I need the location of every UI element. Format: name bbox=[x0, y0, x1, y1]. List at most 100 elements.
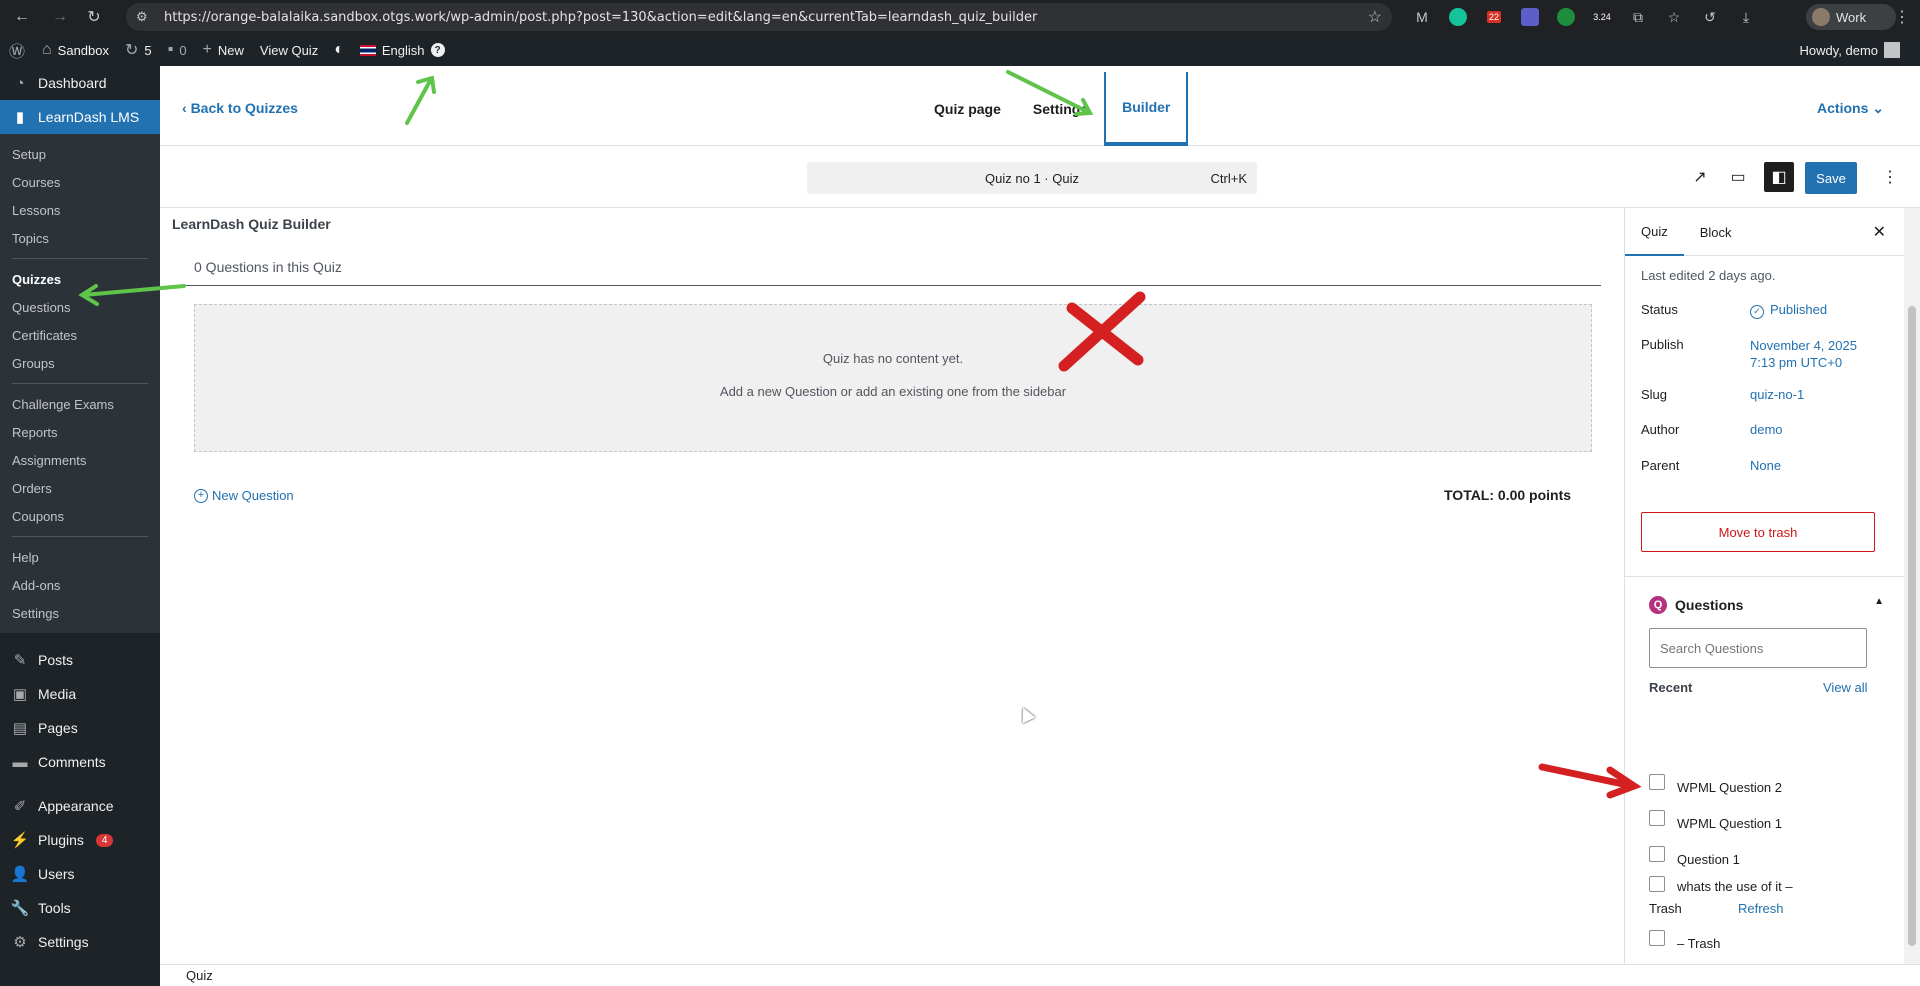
author-value[interactable]: demo bbox=[1750, 422, 1783, 437]
extension-calendar-icon[interactable]: 22 bbox=[1476, 0, 1512, 34]
wp-logo-icon[interactable]: Ⓦ bbox=[0, 34, 34, 66]
view-all-link[interactable]: View all bbox=[1823, 680, 1868, 695]
extension-counter-icon[interactable]: 3.24 bbox=[1584, 0, 1620, 34]
scrollbar-thumb[interactable] bbox=[1908, 306, 1916, 946]
submenu-item[interactable]: Groups bbox=[0, 349, 160, 377]
search-questions-input[interactable] bbox=[1649, 628, 1867, 668]
panel-scrollbar[interactable] bbox=[1904, 208, 1920, 964]
dashboard-icon: ◔ bbox=[15, 74, 25, 92]
question-list-item[interactable]: WPML Question 2 bbox=[1649, 774, 1849, 798]
extension-leaf-icon[interactable] bbox=[1548, 0, 1584, 34]
sidebar-item-dashboard[interactable]: ◔ Dashboard bbox=[0, 66, 160, 100]
caret-up-icon[interactable]: ▲ bbox=[1874, 596, 1884, 607]
submenu-item[interactable]: Setup bbox=[0, 140, 160, 168]
tab-quiz-page[interactable]: Quiz page bbox=[918, 72, 1017, 146]
site-info-icon[interactable]: ⚙ bbox=[136, 9, 156, 25]
tab-builder[interactable]: Builder bbox=[1104, 72, 1189, 146]
sidebar-item-plugins[interactable]: ⚡ Plugins 4 bbox=[0, 823, 160, 857]
learndash-header: ‹ Back to Quizzes Quiz page Settings Bui… bbox=[160, 66, 1920, 146]
submenu-item[interactable]: Orders bbox=[0, 474, 160, 502]
profile-chip[interactable]: Work bbox=[1806, 4, 1896, 30]
new-question-button[interactable]: + New Question bbox=[194, 488, 294, 503]
publish-date-link[interactable]: November 4, 2025 7:13 pm UTC+0 bbox=[1750, 337, 1857, 371]
parent-value[interactable]: None bbox=[1750, 458, 1781, 473]
submenu-item[interactable]: Add-ons bbox=[0, 571, 160, 599]
bookmarks-icon[interactable]: ☆ bbox=[1656, 0, 1692, 34]
actions-dropdown[interactable]: Actions ⌄ bbox=[1817, 100, 1884, 117]
close-icon[interactable]: ✕ bbox=[1873, 222, 1886, 242]
footer-breadcrumb[interactable]: Quiz bbox=[186, 968, 213, 983]
history-icon[interactable]: ↺ bbox=[1692, 0, 1728, 34]
move-to-trash-button[interactable]: Move to trash bbox=[1641, 512, 1875, 552]
submenu-item[interactable]: Assignments bbox=[0, 446, 160, 474]
browser-menu-icon[interactable]: ⋮ bbox=[1894, 0, 1910, 34]
tab-quiz[interactable]: Quiz bbox=[1625, 208, 1684, 256]
quick-search-icon[interactable]: ◐ bbox=[326, 34, 352, 66]
updates-link[interactable]: ↻ 5 bbox=[117, 34, 160, 66]
question-list-item[interactable]: Question 1 bbox=[1649, 846, 1849, 870]
sidebar-item-learndash[interactable]: ▮ LearnDash LMS bbox=[0, 100, 160, 134]
new-content-link[interactable]: + New bbox=[195, 34, 252, 66]
forward-arrow-icon[interactable]: → bbox=[44, 0, 76, 34]
sidebar-item-posts[interactable]: ✎ Posts bbox=[0, 643, 160, 677]
command-palette-bar[interactable]: Quiz no 1 · Quiz Ctrl+K bbox=[807, 162, 1257, 194]
recent-label: Recent bbox=[1649, 680, 1693, 695]
settings-panel: Quiz Block ✕ Last edited 2 days ago. Sta… bbox=[1624, 208, 1905, 964]
settings-sidebar-icon[interactable]: ◧ bbox=[1764, 162, 1794, 192]
downloads-icon[interactable]: ⤓ bbox=[1728, 0, 1764, 34]
submenu-item[interactable]: Lessons bbox=[0, 196, 160, 224]
sidebar-item-users[interactable]: 👤 Users bbox=[0, 857, 160, 891]
extension-puzzle-icon[interactable] bbox=[1512, 0, 1548, 34]
bookmark-star-icon[interactable]: ☆ bbox=[1368, 7, 1382, 27]
extension-m-icon[interactable]: M bbox=[1404, 0, 1440, 34]
slug-value[interactable]: quiz-no-1 bbox=[1750, 387, 1804, 402]
questions-panel-header[interactable]: Q Questions bbox=[1649, 596, 1743, 614]
submenu-item[interactable]: Coupons bbox=[0, 502, 160, 530]
refresh-link[interactable]: Refresh bbox=[1738, 901, 1784, 916]
back-to-quizzes-link[interactable]: ‹ Back to Quizzes bbox=[182, 100, 298, 116]
question-checkbox[interactable] bbox=[1649, 810, 1665, 826]
view-post-icon[interactable]: ↗ bbox=[1685, 162, 1715, 192]
preview-device-icon[interactable]: ▭ bbox=[1723, 162, 1753, 192]
submenu-item[interactable]: Certificates bbox=[0, 321, 160, 349]
extensions-menu-icon[interactable]: ⧉ bbox=[1620, 0, 1656, 34]
sidebar-item-appearance[interactable]: ✐ Appearance bbox=[0, 789, 160, 823]
address-bar[interactable]: ⚙ https://orange-balalaika.sandbox.otgs.… bbox=[126, 3, 1392, 31]
wrench-icon: 🔧 bbox=[10, 900, 30, 917]
back-arrow-icon[interactable]: ← bbox=[6, 0, 38, 34]
question-checkbox[interactable] bbox=[1649, 846, 1665, 862]
question-checkbox[interactable] bbox=[1649, 774, 1665, 790]
submenu-item[interactable]: Settings bbox=[0, 599, 160, 627]
submenu-item[interactable]: Help bbox=[0, 543, 160, 571]
submenu-item-quizzes[interactable]: Quizzes bbox=[0, 265, 160, 293]
question-dropzone[interactable]: Quiz has no content yet. Add a new Quest… bbox=[194, 304, 1592, 452]
extension-grammarly-icon[interactable] bbox=[1440, 0, 1476, 34]
question-list-item[interactable]: WPML Question 1 bbox=[1649, 810, 1849, 834]
status-value[interactable]: ✓ Published bbox=[1750, 302, 1827, 319]
submenu-item[interactable]: Reports bbox=[0, 418, 160, 446]
pin-icon: ✎ bbox=[13, 652, 27, 669]
my-account[interactable]: Howdy, demo bbox=[1799, 34, 1900, 66]
submenu-item[interactable]: Topics bbox=[0, 224, 160, 252]
sidebar-item-pages[interactable]: ▤ Pages bbox=[0, 711, 160, 745]
comments-link[interactable]: ▪ 0 bbox=[160, 34, 195, 66]
help-icon[interactable]: ? bbox=[430, 43, 445, 57]
view-quiz-link[interactable]: View Quiz bbox=[252, 34, 326, 66]
submenu-item[interactable]: Questions bbox=[0, 293, 160, 321]
sidebar-item-comments[interactable]: ▬ Comments bbox=[0, 745, 160, 779]
sidebar-item-media[interactable]: ▣ Media bbox=[0, 677, 160, 711]
tab-block[interactable]: Block bbox=[1684, 208, 1748, 256]
sidebar-item-tools[interactable]: 🔧 Tools bbox=[0, 891, 160, 925]
tab-settings[interactable]: Settings bbox=[1017, 72, 1104, 146]
question-checkbox[interactable] bbox=[1649, 930, 1665, 946]
site-name-link[interactable]: ⌂ Sandbox bbox=[34, 34, 117, 66]
reload-icon[interactable]: ↻ bbox=[78, 0, 110, 34]
save-button[interactable]: Save bbox=[1805, 162, 1857, 194]
submenu-item[interactable]: Courses bbox=[0, 168, 160, 196]
options-kebab-icon[interactable]: ⋮ bbox=[1875, 162, 1905, 192]
language-switcher[interactable]: English ? bbox=[352, 34, 453, 66]
submenu-item[interactable]: Challenge Exams bbox=[0, 390, 160, 418]
sidebar-item-settings[interactable]: ⚙ Settings bbox=[0, 925, 160, 959]
question-list-item[interactable]: – Trash bbox=[1649, 930, 1849, 954]
wp-admin-bar: Ⓦ ⌂ Sandbox ↻ 5 ▪ 0 + New View Quiz ◐ Englis… bbox=[0, 34, 1920, 66]
